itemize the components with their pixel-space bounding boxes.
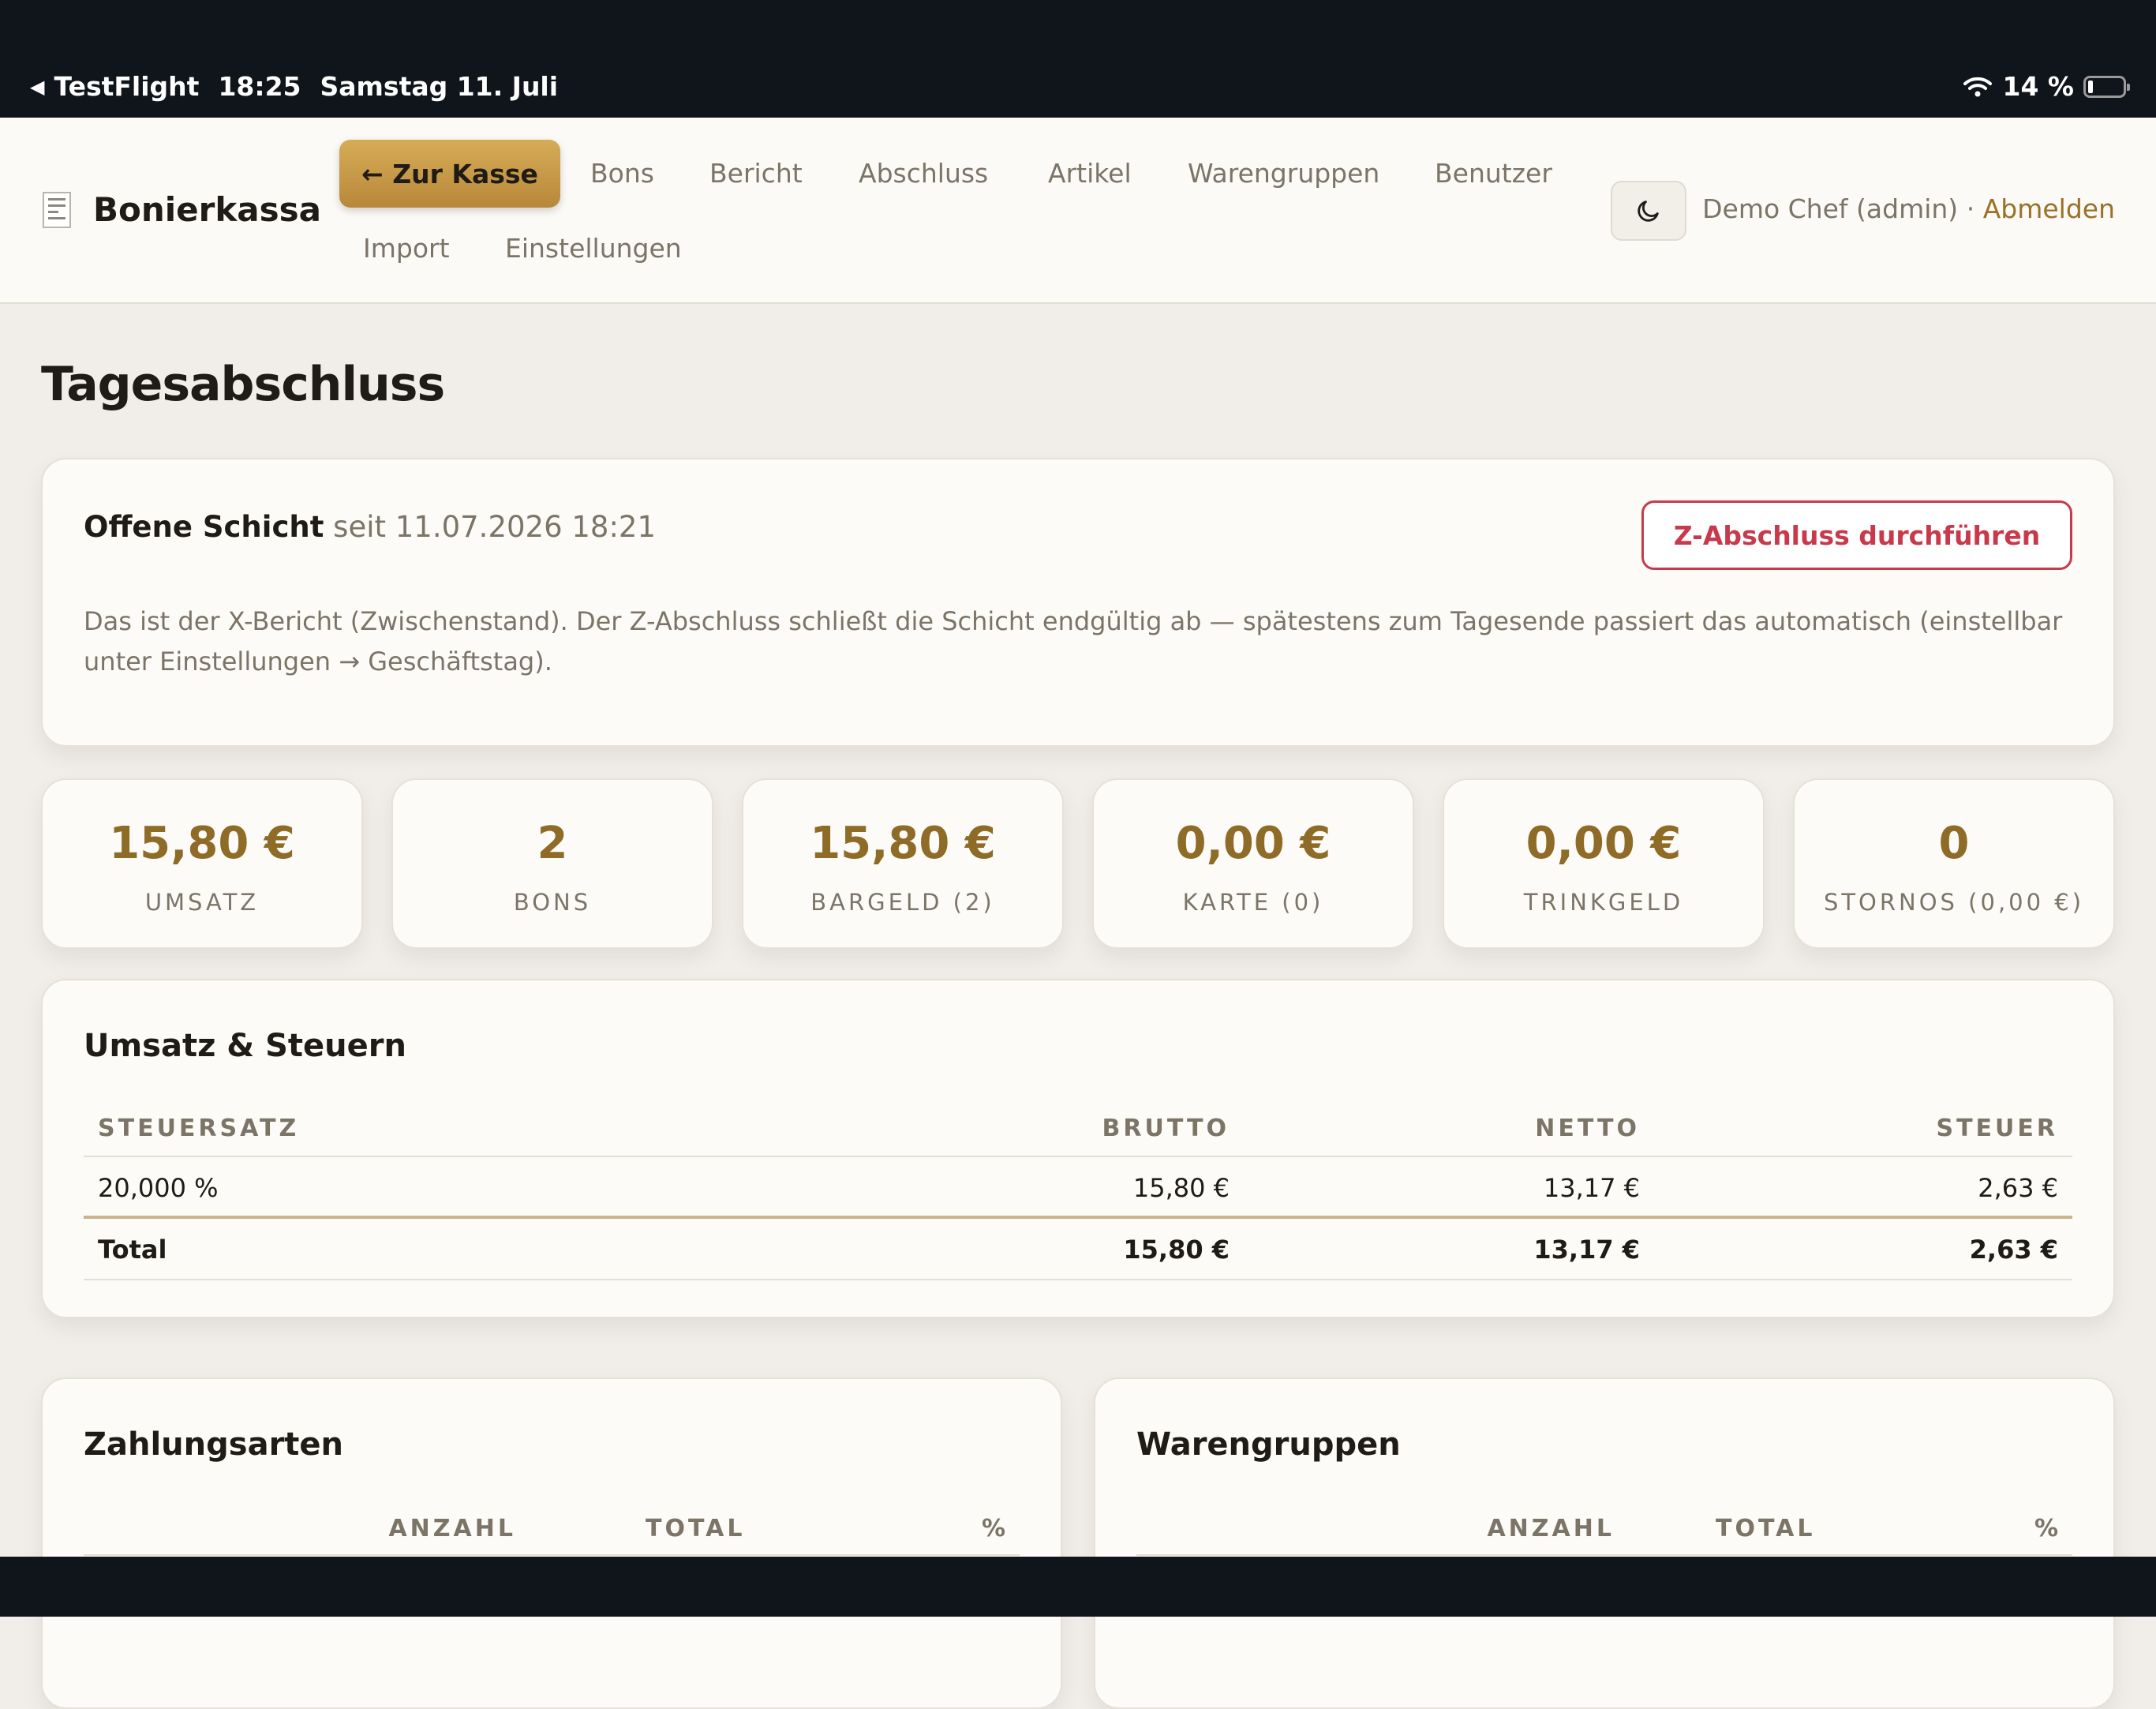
tax-brutto-cell: 15,80 € bbox=[1132, 1173, 1230, 1203]
stat-card-karte: 0,00 € KARTE (0) bbox=[1092, 778, 1414, 949]
brand[interactable]: Bonierkassa bbox=[43, 190, 321, 229]
user-info: Demo Chef (admin) · Abmelden bbox=[1702, 193, 2115, 224]
status-time: 18:25 bbox=[218, 71, 301, 102]
stat-card-bons: 2 BONS bbox=[391, 778, 713, 949]
nav-link-warengruppen[interactable]: Warengruppen bbox=[1188, 158, 1379, 189]
shift-title: Offene Schicht bbox=[84, 510, 324, 544]
top-navbar: Bonierkassa ← Zur Kasse Bons Bericht Abs… bbox=[0, 118, 2156, 304]
page-title: Tagesabschluss bbox=[41, 357, 445, 412]
tax-header-brutto: BRUTTO bbox=[1102, 1115, 1230, 1142]
bottom-bar bbox=[0, 1557, 2156, 1617]
total-divider bbox=[84, 1216, 2072, 1219]
shift-description: Das ist der X-Bericht (Zwischenstand). D… bbox=[84, 606, 2063, 676]
stat-value: 0,00 € bbox=[1175, 818, 1331, 869]
receipt-icon bbox=[43, 191, 71, 228]
stat-card-trinkgeld: 0,00 € TRINKGELD bbox=[1443, 778, 1765, 949]
groups-header-percent: % bbox=[2034, 1515, 2061, 1542]
tax-card-title: Umsatz & Steuern bbox=[84, 1028, 406, 1064]
stat-value: 2 bbox=[537, 818, 568, 869]
back-arrow-icon[interactable]: ◀ bbox=[30, 76, 44, 98]
wifi-icon bbox=[1963, 77, 1992, 96]
shift-heading: Offene Schicht seit 11.07.2026 18:21 bbox=[84, 510, 656, 544]
brand-title: Bonierkassa bbox=[93, 190, 321, 229]
tax-total-brutto: 15,80 € bbox=[1123, 1235, 1230, 1265]
shift-since: seit 11.07.2026 18:21 bbox=[333, 510, 656, 544]
tax-total-netto: 13,17 € bbox=[1533, 1235, 1640, 1265]
nav-link-bons[interactable]: Bons bbox=[590, 158, 654, 189]
tax-header-steuersatz: STEUERSATZ bbox=[98, 1115, 300, 1142]
nav-link-benutzer[interactable]: Benutzer bbox=[1435, 158, 1552, 189]
stat-label: TRINKGELD bbox=[1523, 889, 1684, 916]
tax-summary-card: Umsatz & Steuern STEUERSATZ BRUTTO NETTO… bbox=[41, 979, 2115, 1318]
nav-link-artikel[interactable]: Artikel bbox=[1048, 158, 1132, 189]
back-app-label[interactable]: TestFlight bbox=[54, 71, 199, 102]
table-divider bbox=[1136, 1554, 2072, 1556]
status-bar-right: 14 % bbox=[1963, 71, 2130, 102]
stat-label: UMSATZ bbox=[144, 889, 260, 916]
theme-toggle-button[interactable] bbox=[1611, 181, 1686, 241]
nav-link-abschluss[interactable]: Abschluss bbox=[859, 158, 988, 189]
tax-header-steuer: STEUER bbox=[1936, 1115, 2058, 1142]
stat-label: KARTE (0) bbox=[1182, 889, 1324, 916]
tax-rate-cell: 20,000 % bbox=[98, 1173, 219, 1203]
stat-label: BARGELD (2) bbox=[810, 889, 995, 916]
tax-header-netto: NETTO bbox=[1535, 1115, 1640, 1142]
tax-steuer-cell: 2,63 € bbox=[1978, 1173, 2058, 1203]
moon-icon bbox=[1638, 201, 1659, 222]
groups-card-title: Warengruppen bbox=[1136, 1426, 1401, 1463]
stat-card-stornos: 0 STORNOS (0,00 €) bbox=[1793, 778, 2115, 949]
product-groups-card: Warengruppen ANZAHL TOTAL % bbox=[1094, 1377, 2115, 1709]
groups-header-anzahl: ANZAHL bbox=[1487, 1515, 1615, 1542]
tax-netto-cell: 13,17 € bbox=[1543, 1173, 1640, 1203]
stat-value: 0 bbox=[1938, 818, 1970, 869]
battery-percent: 14 % bbox=[2002, 71, 2074, 102]
payment-methods-card: Zahlungsarten ANZAHL TOTAL % bbox=[41, 1377, 1062, 1709]
table-divider bbox=[84, 1156, 2072, 1157]
tax-total-steuer: 2,63 € bbox=[1969, 1235, 2058, 1265]
nav-link-bericht[interactable]: Bericht bbox=[709, 158, 803, 189]
user-separator: · bbox=[1966, 193, 1975, 224]
open-shift-card: Offene Schicht seit 11.07.2026 18:21 Z-A… bbox=[41, 458, 2115, 747]
ios-status-bar: ◀ TestFlight 18:25 Samstag 11. Juli 14 % bbox=[0, 0, 2156, 118]
stat-card-umsatz: 15,80 € UMSATZ bbox=[41, 778, 363, 949]
stat-value: 15,80 € bbox=[810, 818, 996, 869]
table-divider bbox=[84, 1554, 1020, 1556]
stat-card-bargeld: 15,80 € BARGELD (2) bbox=[742, 778, 1064, 949]
status-bar-left: ◀ TestFlight 18:25 Samstag 11. Juli bbox=[30, 71, 558, 102]
payment-card-title: Zahlungsarten bbox=[84, 1426, 344, 1463]
stat-label: STORNOS (0,00 €) bbox=[1823, 889, 2085, 916]
stat-value: 0,00 € bbox=[1525, 818, 1682, 869]
nav-link-import[interactable]: Import bbox=[363, 233, 450, 264]
logout-link[interactable]: Abmelden bbox=[1983, 193, 2115, 224]
z-abschluss-button[interactable]: Z-Abschluss durchführen bbox=[1641, 500, 2072, 570]
user-name: Demo Chef (admin) bbox=[1702, 193, 1959, 224]
groups-header-total: TOTAL bbox=[1716, 1515, 1816, 1542]
payment-header-anzahl: ANZAHL bbox=[388, 1515, 516, 1542]
table-divider bbox=[84, 1279, 2072, 1280]
zur-kasse-button[interactable]: ← Zur Kasse bbox=[339, 140, 560, 208]
payment-header-percent: % bbox=[981, 1515, 1009, 1542]
battery-icon bbox=[2083, 75, 2130, 98]
payment-header-total: TOTAL bbox=[646, 1515, 746, 1542]
tax-total-label: Total bbox=[98, 1235, 167, 1265]
stat-value: 15,80 € bbox=[109, 818, 295, 869]
status-date: Samstag 11. Juli bbox=[320, 71, 559, 102]
stat-label: BONS bbox=[513, 889, 592, 916]
nav-link-einstellungen[interactable]: Einstellungen bbox=[505, 233, 682, 264]
